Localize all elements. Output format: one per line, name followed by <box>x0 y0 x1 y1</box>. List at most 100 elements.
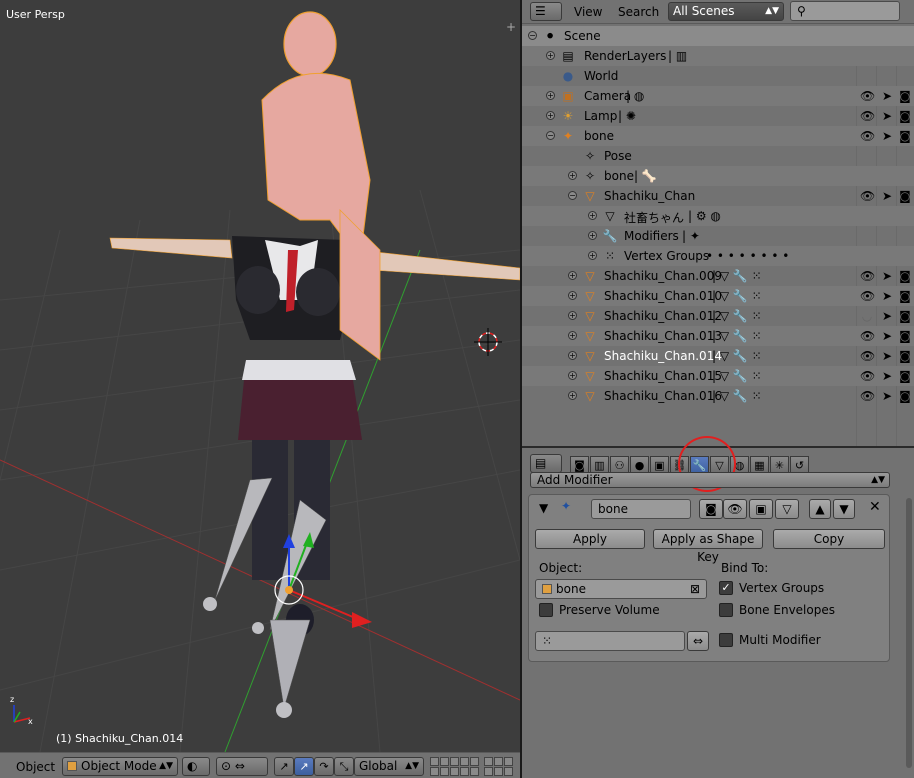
move-up-button[interactable]: ▲ <box>809 499 831 519</box>
eye-icon[interactable]: 👁 <box>860 288 875 304</box>
expand-toggle[interactable]: + <box>568 291 577 300</box>
render-camera-icon[interactable]: ◙ <box>898 388 912 404</box>
cursor-select-icon[interactable]: ➤ <box>880 108 894 124</box>
expand-toggle[interactable]: + <box>588 211 597 220</box>
cursor-select-icon[interactable]: ➤ <box>880 188 894 204</box>
expand-toggle[interactable]: + <box>568 331 577 340</box>
object-menu[interactable]: Object <box>16 760 55 774</box>
tree-item-mesh-object-active[interactable]: + ▽ Shachiku_Chan.014 | ▽ 🔧 ⁙ 👁 ➤ ◙ <box>522 346 914 366</box>
search-menu[interactable]: Search <box>618 5 659 19</box>
eye-icon[interactable]: 👁 <box>860 348 875 364</box>
editor-type-dropdown[interactable]: ▤ <box>530 454 562 473</box>
vertex-groups-checkbox[interactable]: ✓ <box>719 581 733 595</box>
multi-modifier-checkbox[interactable] <box>719 633 733 647</box>
tree-item-mesh-object[interactable]: + ▽ Shachiku_Chan.013 | ▽ 🔧 ⁙ 👁 ➤ ◙ <box>522 326 914 346</box>
tree-item-vertex-groups[interactable]: + ⁙ Vertex Groups • • • • • • • • <box>522 246 914 266</box>
render-camera-icon[interactable]: ◙ <box>898 128 912 144</box>
collapse-arrow-icon[interactable]: ▼ <box>539 501 548 515</box>
rotate-manipulator-button[interactable]: ↷ <box>314 757 334 776</box>
eye-icon[interactable]: 👁 <box>860 108 875 124</box>
expand-toggle[interactable]: + <box>568 171 577 180</box>
render-camera-icon[interactable]: ◙ <box>898 348 912 364</box>
transform-orientation-dropdown[interactable]: Global ▲▼ <box>354 757 424 776</box>
copy-button[interactable]: Copy <box>773 529 885 549</box>
collapse-toggle[interactable]: − <box>568 191 577 200</box>
viewport-shading-dropdown[interactable]: ◐ <box>182 757 210 776</box>
cursor-select-icon[interactable]: ➤ <box>880 308 894 324</box>
cursor-select-icon[interactable]: ➤ <box>880 88 894 104</box>
tree-item-renderlayers[interactable]: + ▤ RenderLayers | ▥ <box>522 46 914 66</box>
expand-toggle[interactable]: + <box>568 391 577 400</box>
render-camera-icon[interactable]: ◙ <box>898 328 912 344</box>
modifier-name-field[interactable]: bone <box>591 499 691 519</box>
render-camera-icon[interactable]: ◙ <box>898 88 912 104</box>
eye-icon[interactable]: 👁 <box>860 128 875 144</box>
render-camera-icon[interactable]: ◙ <box>898 268 912 284</box>
expand-toggle[interactable]: + <box>568 271 577 280</box>
cursor-select-icon[interactable]: ➤ <box>880 388 894 404</box>
render-camera-icon[interactable]: ◙ <box>898 108 912 124</box>
collapse-toggle[interactable]: − <box>546 131 555 140</box>
translate-manipulator-button[interactable]: ↗ <box>294 757 314 776</box>
tree-item-modifiers[interactable]: + 🔧 Modifiers | ✦ <box>522 226 914 246</box>
viewport-toggle[interactable]: 👁 <box>723 499 747 519</box>
close-icon[interactable]: ✕ <box>869 499 881 515</box>
area-split-widget[interactable]: + <box>504 20 518 34</box>
tree-item-lamp[interactable]: + ☀ Lamp | ✺ 👁 ➤ ◙ <box>522 106 914 126</box>
tree-item-world[interactable]: ● World <box>522 66 914 86</box>
display-mode-dropdown[interactable]: All Scenes ▲▼ <box>668 2 784 21</box>
tree-item-mesh-object[interactable]: + ▽ Shachiku_Chan.009 | ▽ 🔧 ⁙ 👁 ➤ ◙ <box>522 266 914 286</box>
render-camera-icon[interactable]: ◙ <box>898 368 912 384</box>
search-input[interactable]: ⚲ <box>790 1 900 21</box>
tree-item-mesh-object[interactable]: + ▽ Shachiku_Chan.015 | ▽ 🔧 ⁙ 👁 ➤ ◙ <box>522 366 914 386</box>
layer-buttons[interactable] <box>430 757 513 776</box>
eye-icon[interactable]: 👁 <box>860 328 875 344</box>
collapse-toggle[interactable]: − <box>528 31 537 40</box>
preserve-volume-checkbox[interactable] <box>539 603 553 617</box>
expand-toggle[interactable]: + <box>568 311 577 320</box>
tree-item-mesh-data[interactable]: + ▽ 社畜ちゃん | ⚙ ◍ <box>522 206 914 226</box>
cursor-select-icon[interactable]: ➤ <box>880 288 894 304</box>
expand-toggle[interactable]: + <box>588 251 597 260</box>
tree-item-mesh-object[interactable]: + ▽ Shachiku_Chan.010 | ▽ 🔧 ⁙ 👁 ➤ ◙ <box>522 286 914 306</box>
pivot-dropdown[interactable]: ⊙ ⇔ <box>216 757 268 776</box>
invert-vertex-group-toggle[interactable]: ⇔ <box>687 631 709 651</box>
editmode-toggle[interactable]: ▣ <box>749 499 773 519</box>
cursor-select-icon[interactable]: ➤ <box>880 128 894 144</box>
eye-closed-icon[interactable]: ◡ <box>860 308 874 324</box>
render-camera-icon[interactable]: ◙ <box>898 288 912 304</box>
expand-toggle[interactable]: + <box>568 371 577 380</box>
object-field[interactable]: bone ⊠ <box>535 579 707 599</box>
add-modifier-dropdown[interactable]: Add Modifier ▲▼ <box>530 472 890 488</box>
cursor-select-icon[interactable]: ➤ <box>880 268 894 284</box>
scale-manipulator-button[interactable]: ⤡ <box>334 757 354 776</box>
cursor-select-icon[interactable]: ➤ <box>880 328 894 344</box>
mode-dropdown[interactable]: Object Mode ▲▼ <box>62 757 178 776</box>
tree-item-armature-data[interactable]: + ✧ bone | 🦴 <box>522 166 914 186</box>
vertex-group-field[interactable]: ⁙ <box>535 631 685 651</box>
tree-item-pose[interactable]: ✧ Pose <box>522 146 914 166</box>
apply-shape-key-button[interactable]: Apply as Shape Key <box>653 529 763 564</box>
bone-envelopes-checkbox[interactable] <box>719 603 733 617</box>
cursor-select-icon[interactable]: ➤ <box>880 368 894 384</box>
view-menu[interactable]: View <box>574 5 602 19</box>
tree-item-scene[interactable]: − ⚫ Scene <box>522 26 914 46</box>
eye-icon[interactable]: 👁 <box>860 188 875 204</box>
3d-viewport[interactable]: x z User Persp (1) Shachiku_Chan.014 + <box>0 0 520 752</box>
tree-item-shachiku-chan[interactable]: − ▽ Shachiku_Chan 👁 ➤ ◙ <box>522 186 914 206</box>
eye-icon[interactable]: 👁 <box>860 388 875 404</box>
eye-icon[interactable]: 👁 <box>860 268 875 284</box>
properties-scrollbar[interactable] <box>906 498 912 768</box>
render-camera-icon[interactable]: ◙ <box>898 308 912 324</box>
apply-button[interactable]: Apply <box>535 529 645 549</box>
eye-icon[interactable]: 👁 <box>860 368 875 384</box>
cursor-select-icon[interactable]: ➤ <box>880 348 894 364</box>
expand-toggle[interactable]: + <box>588 231 597 240</box>
move-down-button[interactable]: ▼ <box>833 499 855 519</box>
tree-item-mesh-object[interactable]: + ▽ Shachiku_Chan.012 | ▽ 🔧 ⁙ ◡ ➤ ◙ <box>522 306 914 326</box>
manipulator-toggle[interactable]: ↗ <box>274 757 294 776</box>
expand-toggle[interactable]: + <box>546 111 555 120</box>
expand-toggle[interactable]: + <box>568 351 577 360</box>
tree-item-mesh-object[interactable]: + ▽ Shachiku_Chan.016 | ▽ 🔧 ⁙ 👁 ➤ ◙ <box>522 386 914 406</box>
expand-toggle[interactable]: + <box>546 51 555 60</box>
